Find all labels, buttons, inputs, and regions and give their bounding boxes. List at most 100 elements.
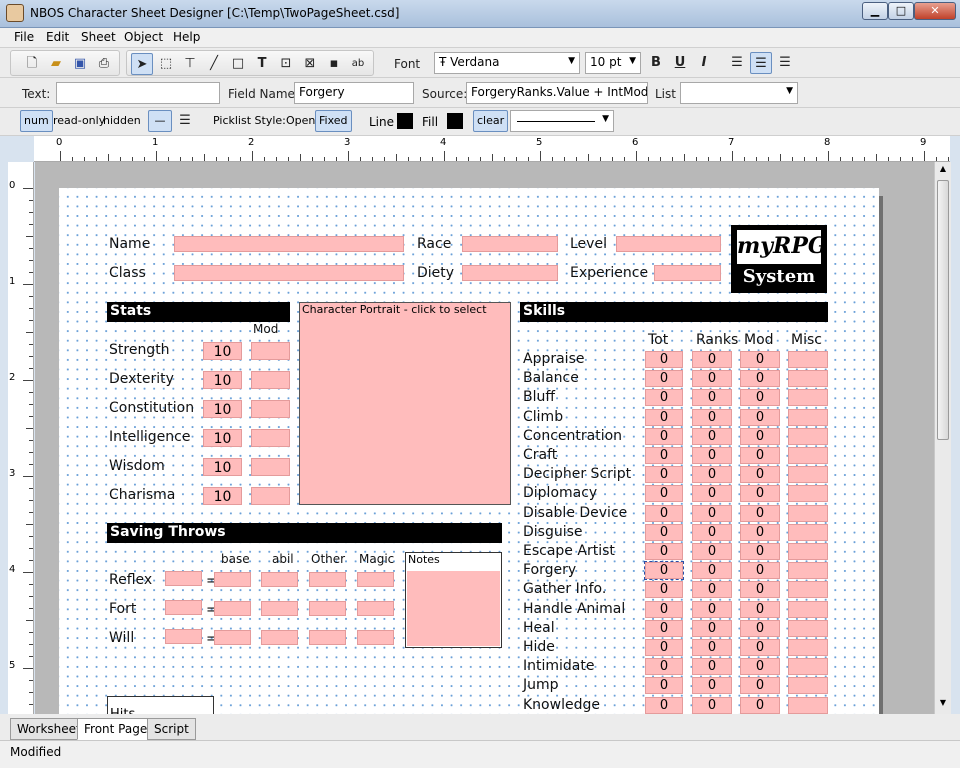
skill-misc-field[interactable] [788, 543, 828, 560]
skill-misc-field[interactable] [788, 427, 828, 445]
stat-value-field[interactable]: 10 [203, 487, 242, 505]
list-select[interactable]: ▼ [680, 82, 798, 104]
save-total-field[interactable] [165, 629, 202, 644]
save-component-field[interactable] [214, 630, 251, 645]
skill-misc-field[interactable] [788, 581, 828, 599]
skill-mod-field[interactable]: 0 [740, 562, 780, 580]
font-select[interactable]: Ŧ Verdana ▼ [434, 52, 580, 74]
class-field[interactable] [174, 265, 404, 281]
stat-mod-field[interactable] [251, 371, 290, 389]
skill-ranks-field[interactable]: 0 [692, 389, 732, 407]
skill-total-field[interactable]: 0 [645, 619, 683, 637]
skill-total-field[interactable]: 0 [645, 696, 683, 714]
maximize-button[interactable]: □ [888, 2, 914, 20]
skill-mod-field[interactable]: 0 [740, 447, 780, 464]
skill-misc-field[interactable] [788, 485, 828, 503]
skill-ranks-field[interactable]: 0 [692, 600, 732, 618]
skill-total-field[interactable]: 0 [645, 677, 683, 695]
skill-misc-field[interactable] [788, 639, 828, 656]
stat-mod-field[interactable] [251, 429, 290, 447]
font-size-select[interactable]: 10 pt ▼ [585, 52, 641, 74]
name-field[interactable] [174, 236, 404, 252]
skill-mod-field[interactable]: 0 [740, 581, 780, 599]
stat-value-field[interactable]: 10 [203, 371, 242, 389]
skill-total-field[interactable]: 0 [645, 427, 683, 445]
text-tool-icon[interactable]: T [251, 53, 273, 75]
line-tool-icon[interactable]: ╱ [203, 53, 225, 75]
skill-ranks-field[interactable]: 0 [692, 351, 732, 368]
save-total-field[interactable] [165, 600, 202, 615]
skill-mod-field[interactable]: 0 [740, 504, 780, 522]
skill-ranks-field[interactable]: 0 [692, 427, 732, 445]
skill-total-field[interactable]: 0 [645, 523, 683, 541]
skill-ranks-field[interactable]: 0 [692, 581, 732, 599]
skill-misc-field[interactable] [788, 408, 828, 426]
menu-file[interactable]: File [14, 30, 34, 44]
bold-button[interactable]: B [645, 52, 667, 74]
select-rect-icon[interactable]: ⬚ [155, 53, 177, 75]
single-line-toggle[interactable]: — [148, 110, 172, 132]
open-folder-icon[interactable]: ▰ [45, 53, 67, 75]
scroll-thumb[interactable] [937, 180, 949, 440]
skill-mod-field[interactable]: 0 [740, 696, 780, 714]
save-component-field[interactable] [357, 630, 394, 645]
minimize-button[interactable]: ▁ [862, 2, 888, 20]
skill-total-field[interactable]: 0 [645, 447, 683, 464]
text-input[interactable] [56, 82, 220, 104]
skill-ranks-field[interactable]: 0 [692, 543, 732, 560]
skill-misc-field[interactable] [788, 619, 828, 637]
save-component-field[interactable] [309, 630, 346, 645]
menu-help[interactable]: Help [173, 30, 200, 44]
italic-button[interactable]: I [693, 52, 715, 74]
menu-edit[interactable]: Edit [46, 30, 69, 44]
tab-script[interactable]: Script [147, 718, 196, 740]
hidden-toggle[interactable]: hidden [103, 110, 141, 132]
save-component-field[interactable] [309, 601, 346, 616]
skill-ranks-field[interactable]: 0 [692, 523, 732, 541]
skill-ranks-field[interactable]: 0 [692, 504, 732, 522]
skill-misc-field[interactable] [788, 370, 828, 388]
align-right-icon[interactable]: ☰ [774, 52, 796, 74]
skill-misc-field[interactable] [788, 523, 828, 541]
save-total-field[interactable] [165, 571, 202, 586]
picklist-fixed-option[interactable]: Fixed [315, 110, 352, 132]
design-canvas[interactable]: Name Race Level Class Diety Experience myRPG Sy… [35, 162, 935, 714]
skill-ranks-field[interactable]: 0 [692, 408, 732, 426]
skill-mod-field[interactable]: 0 [740, 600, 780, 618]
skill-ranks-field[interactable]: 0 [692, 562, 732, 580]
skill-total-field[interactable]: 0 [645, 466, 683, 484]
stat-mod-field[interactable] [251, 487, 290, 505]
skill-misc-field[interactable] [788, 658, 828, 676]
skill-total-field[interactable]: 0 [645, 504, 683, 522]
skill-misc-field[interactable] [788, 351, 828, 368]
skill-total-field[interactable]: 0 [645, 351, 683, 368]
menu-object[interactable]: Object [124, 30, 163, 44]
skill-ranks-field[interactable]: 0 [692, 658, 732, 676]
align-center-icon[interactable]: ☰ [750, 52, 772, 74]
skill-misc-field[interactable] [788, 447, 828, 464]
menu-sheet[interactable]: Sheet [81, 30, 116, 44]
save-component-field[interactable] [357, 601, 394, 616]
clear-button[interactable]: clear [473, 110, 509, 132]
fill-color-swatch[interactable] [447, 113, 463, 129]
skill-misc-field[interactable] [788, 504, 828, 522]
text-line-tool-icon[interactable]: ⊤ [179, 53, 201, 75]
stat-value-field[interactable]: 10 [203, 458, 242, 476]
skill-mod-field[interactable]: 0 [740, 351, 780, 368]
line-color-swatch[interactable] [397, 113, 413, 129]
multi-line-icon[interactable]: ☰ [174, 110, 196, 132]
skill-mod-field[interactable]: 0 [740, 466, 780, 484]
level-field[interactable] [616, 236, 721, 252]
skill-misc-field[interactable] [788, 562, 828, 580]
stat-mod-field[interactable] [251, 400, 290, 418]
skill-misc-field[interactable] [788, 389, 828, 407]
new-file-icon[interactable]: 🗋 [21, 53, 43, 75]
stat-value-field[interactable]: 10 [203, 342, 242, 360]
skill-ranks-field[interactable]: 0 [692, 370, 732, 388]
skill-ranks-field[interactable]: 0 [692, 639, 732, 656]
align-left-icon[interactable]: ☰ [726, 52, 748, 74]
field-tool-icon[interactable]: ab [347, 53, 369, 75]
skill-mod-field[interactable]: 0 [740, 427, 780, 445]
skill-mod-field[interactable]: 0 [740, 370, 780, 388]
skill-mod-field[interactable]: 0 [740, 677, 780, 695]
